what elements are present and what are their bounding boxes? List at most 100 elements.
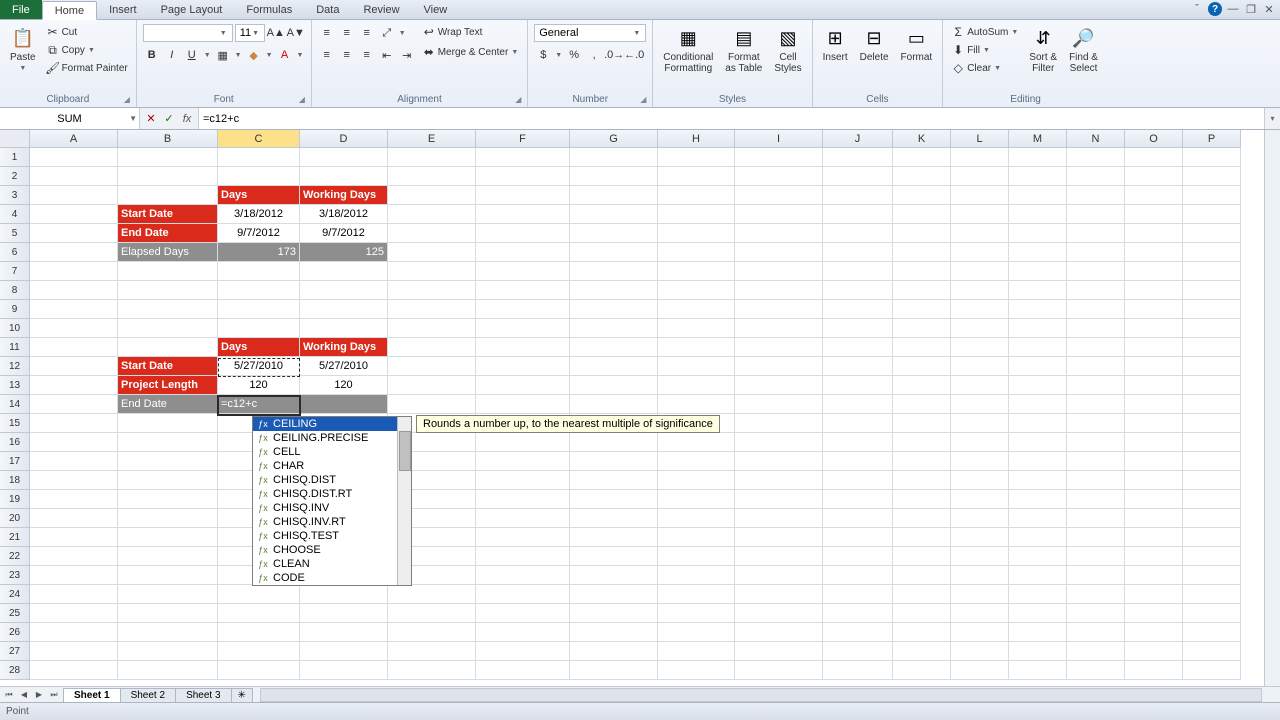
cell[interactable]: 3/18/2012 xyxy=(300,205,388,224)
cell[interactable] xyxy=(1067,471,1125,490)
cell[interactable] xyxy=(951,319,1009,338)
cell[interactable]: 125 xyxy=(300,243,388,262)
cell[interactable]: Days xyxy=(218,186,300,205)
row-header-25[interactable]: 25 xyxy=(0,604,30,623)
sort-filter-button[interactable]: ⇵Sort & Filter xyxy=(1025,24,1061,76)
cell[interactable] xyxy=(388,376,476,395)
cell[interactable] xyxy=(570,547,658,566)
cell[interactable] xyxy=(30,528,118,547)
cell[interactable] xyxy=(735,452,823,471)
cell[interactable] xyxy=(570,433,658,452)
cell[interactable] xyxy=(476,338,570,357)
cell[interactable] xyxy=(218,300,300,319)
cell[interactable] xyxy=(823,452,893,471)
cell[interactable] xyxy=(1067,528,1125,547)
increase-font-icon[interactable]: A▲ xyxy=(267,24,285,42)
cell[interactable] xyxy=(30,509,118,528)
tab-view[interactable]: View xyxy=(412,0,460,19)
last-sheet-icon[interactable]: ⏭ xyxy=(47,688,61,702)
cell[interactable] xyxy=(570,566,658,585)
cell[interactable] xyxy=(1125,167,1183,186)
cell[interactable] xyxy=(951,376,1009,395)
cell[interactable]: Elapsed Days xyxy=(118,243,218,262)
cell[interactable] xyxy=(893,281,951,300)
cell[interactable] xyxy=(570,357,658,376)
column-header-B[interactable]: B xyxy=(118,130,218,148)
dialog-launcher-icon[interactable]: ◢ xyxy=(640,95,650,105)
column-header-H[interactable]: H xyxy=(658,130,735,148)
cell[interactable] xyxy=(476,604,570,623)
cell[interactable] xyxy=(823,623,893,642)
cell[interactable] xyxy=(300,300,388,319)
cell[interactable] xyxy=(735,338,823,357)
cell[interactable] xyxy=(735,300,823,319)
cell[interactable] xyxy=(658,528,735,547)
cell[interactable] xyxy=(658,471,735,490)
cell[interactable] xyxy=(735,224,823,243)
cell[interactable] xyxy=(658,433,735,452)
cell[interactable] xyxy=(1183,490,1241,509)
row-header-22[interactable]: 22 xyxy=(0,547,30,566)
cell[interactable] xyxy=(476,186,570,205)
cell[interactable] xyxy=(1067,509,1125,528)
row-header-24[interactable]: 24 xyxy=(0,585,30,604)
vertical-scrollbar[interactable] xyxy=(1264,130,1280,686)
cell[interactable] xyxy=(570,604,658,623)
cell[interactable] xyxy=(30,224,118,243)
column-header-P[interactable]: P xyxy=(1183,130,1241,148)
window-restore-icon[interactable]: ❐ xyxy=(1244,2,1258,16)
cell[interactable] xyxy=(30,433,118,452)
cell[interactable] xyxy=(1125,376,1183,395)
cell[interactable]: =c12+c xyxy=(218,395,300,414)
cell[interactable] xyxy=(1009,395,1067,414)
cell[interactable] xyxy=(476,642,570,661)
increase-indent-icon[interactable]: ⇥ xyxy=(398,46,416,64)
cell[interactable] xyxy=(658,167,735,186)
cell[interactable] xyxy=(118,452,218,471)
cell[interactable] xyxy=(1183,395,1241,414)
row-headers[interactable]: 1234567891011121314151617181920212223242… xyxy=(0,148,30,680)
cell[interactable] xyxy=(118,547,218,566)
cell[interactable] xyxy=(1067,357,1125,376)
cell[interactable] xyxy=(30,357,118,376)
cell[interactable] xyxy=(218,642,300,661)
cell[interactable] xyxy=(893,414,951,433)
comma-format-icon[interactable]: , xyxy=(585,46,603,64)
column-header-M[interactable]: M xyxy=(1009,130,1067,148)
row-header-21[interactable]: 21 xyxy=(0,528,30,547)
cell[interactable] xyxy=(300,585,388,604)
cell[interactable] xyxy=(300,623,388,642)
cell[interactable] xyxy=(893,661,951,680)
cell[interactable] xyxy=(735,471,823,490)
row-header-9[interactable]: 9 xyxy=(0,300,30,319)
cell[interactable] xyxy=(658,205,735,224)
cell[interactable] xyxy=(951,243,1009,262)
autocomplete-item[interactable]: ƒxCELL xyxy=(253,445,411,459)
cell[interactable] xyxy=(735,167,823,186)
first-sheet-icon[interactable]: ⏮ xyxy=(2,688,16,702)
cell[interactable] xyxy=(118,319,218,338)
cell[interactable] xyxy=(1125,547,1183,566)
cell[interactable] xyxy=(1009,490,1067,509)
cell[interactable] xyxy=(388,642,476,661)
cell[interactable] xyxy=(823,319,893,338)
format-as-table-button[interactable]: ▤Format as Table xyxy=(721,24,766,76)
cell[interactable] xyxy=(735,357,823,376)
cell[interactable] xyxy=(1125,471,1183,490)
cell[interactable] xyxy=(1183,452,1241,471)
cell[interactable] xyxy=(951,585,1009,604)
cell[interactable] xyxy=(735,547,823,566)
cell[interactable] xyxy=(1009,319,1067,338)
row-header-27[interactable]: 27 xyxy=(0,642,30,661)
cell[interactable] xyxy=(300,661,388,680)
cell[interactable] xyxy=(476,395,570,414)
cell[interactable] xyxy=(658,319,735,338)
help-icon[interactable]: ? xyxy=(1208,2,1222,16)
cell[interactable] xyxy=(1183,205,1241,224)
autocomplete-item[interactable]: ƒxCHISQ.DIST.RT xyxy=(253,487,411,501)
cell[interactable] xyxy=(300,319,388,338)
sheet-tab-3[interactable]: Sheet 3 xyxy=(175,688,231,702)
cell[interactable] xyxy=(476,262,570,281)
cell[interactable] xyxy=(823,604,893,623)
cell[interactable] xyxy=(570,186,658,205)
